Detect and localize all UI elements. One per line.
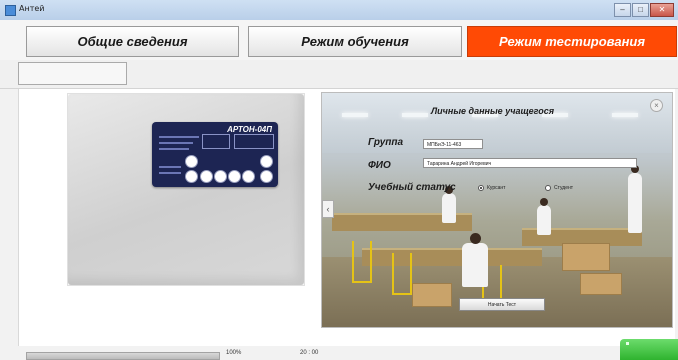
- device-indicator-line: [159, 172, 181, 174]
- device-button: [200, 170, 213, 183]
- status-radio-cadet[interactable]: [478, 185, 484, 191]
- device-image: АРТОН-04П: [68, 94, 304, 285]
- device-button: [242, 170, 255, 183]
- photo-worker: [628, 173, 642, 233]
- tab-testing-mode[interactable]: Режим тестирования: [467, 26, 677, 57]
- tab-label: Режим обучения: [301, 34, 409, 49]
- start-test-button[interactable]: Начать Тест: [459, 298, 545, 311]
- device-indicator-line: [159, 148, 189, 150]
- photo-chair: [352, 241, 372, 283]
- photo-worker: [442, 193, 456, 223]
- device-indicator-line: [159, 166, 181, 168]
- status-option-student-label: Студент: [554, 185, 574, 191]
- device-button: [260, 170, 273, 183]
- minimize-button[interactable]: –: [614, 3, 631, 17]
- photo-worker-head: [470, 233, 481, 244]
- progress-fill: [27, 353, 219, 359]
- device-indicator-line: [159, 136, 199, 138]
- device-model-label: АРТОН-04П: [227, 125, 272, 134]
- status-option-cadet-label: Курсант: [487, 185, 506, 191]
- device-image-panel: АРТОН-04П: [67, 93, 305, 286]
- status-label: Учебный статус: [368, 182, 456, 193]
- close-form-icon[interactable]: ×: [650, 99, 663, 112]
- sub-tab-row: [0, 60, 678, 89]
- maximize-button[interactable]: □: [632, 3, 649, 17]
- device-button: [214, 170, 227, 183]
- device-button: [228, 170, 241, 183]
- photo-box: [412, 283, 452, 307]
- photo-box: [562, 243, 610, 271]
- photo-lamp: [402, 113, 428, 117]
- tab-training-mode[interactable]: Режим обучения: [248, 26, 462, 57]
- form-title: Личные данные учащегося: [431, 106, 555, 116]
- device-button: [185, 155, 198, 168]
- status-radio-student[interactable]: [545, 185, 551, 191]
- photo-lamp: [612, 113, 638, 117]
- fio-label: ФИО: [368, 160, 391, 171]
- progress-bar: [26, 352, 220, 360]
- device-mode-box: [234, 134, 274, 149]
- window-title-bar: Антей – □ ✕: [0, 0, 678, 21]
- prev-arrow-icon[interactable]: ‹: [322, 200, 334, 218]
- device-indicator-line: [159, 142, 193, 144]
- progress-percent: 100%: [226, 350, 242, 356]
- status-bar: 100% 20 : 00: [0, 346, 678, 360]
- tab-label: Режим тестирования: [498, 34, 646, 49]
- photo-chair: [392, 253, 412, 295]
- group-field[interactable]: МПБиЭ-11-463: [423, 139, 483, 149]
- tab-label: Общие сведения: [77, 34, 188, 49]
- group-label: Группа: [368, 137, 404, 148]
- tab-general-info[interactable]: Общие сведения: [26, 26, 239, 57]
- window-title: Антей: [19, 4, 45, 13]
- photo-worker-head: [540, 198, 548, 206]
- device-button: [185, 170, 198, 183]
- device-mode-box: [202, 134, 230, 149]
- photo-box: [580, 273, 622, 295]
- background-photo: [321, 92, 673, 328]
- window-controls: – □ ✕: [614, 3, 674, 17]
- green-action-button[interactable]: [620, 339, 678, 360]
- photo-worker: [537, 205, 551, 235]
- device-control-panel: АРТОН-04П: [152, 122, 278, 187]
- close-window-button[interactable]: ✕: [650, 3, 674, 17]
- timer: 20 : 00: [300, 350, 319, 356]
- device-button: [260, 155, 273, 168]
- photo-lamp: [342, 113, 368, 117]
- app-icon: [5, 5, 16, 16]
- photo-worker: [462, 243, 488, 287]
- main-tab-bar: Общие сведения Режим обучения Режим тест…: [0, 20, 678, 60]
- sub-tab[interactable]: [18, 62, 127, 85]
- fio-field[interactable]: Тарарина Андрей Игоревич: [423, 158, 637, 168]
- photo-workbench: [362, 248, 542, 266]
